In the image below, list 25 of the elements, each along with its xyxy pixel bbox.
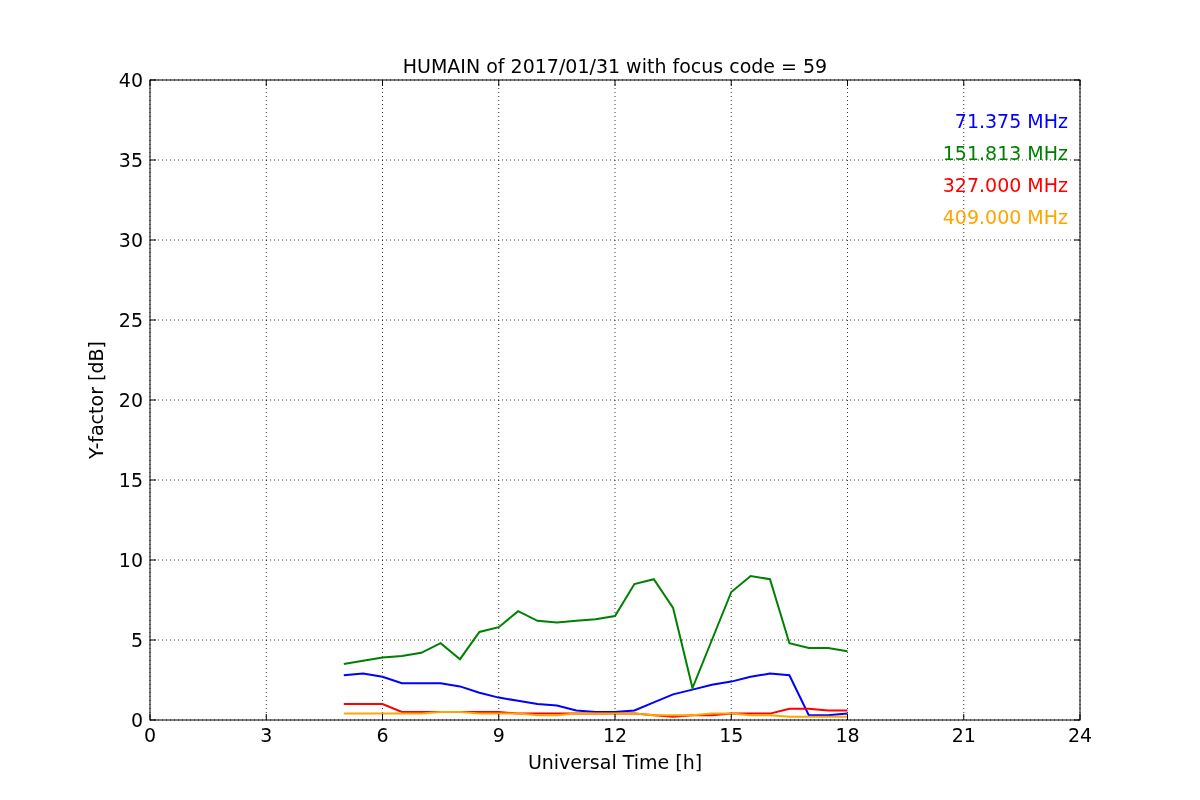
x-tick-label: 24 bbox=[1067, 724, 1093, 746]
legend-label: 71.375 MHz bbox=[954, 110, 1068, 132]
y-tick-label: 10 bbox=[118, 549, 143, 571]
x-tick-label: 3 bbox=[260, 724, 273, 746]
y-tick-label: 5 bbox=[130, 629, 143, 651]
y-axis-title: Y-factor [dB] bbox=[85, 341, 107, 459]
x-tick-label: 15 bbox=[719, 724, 744, 746]
y-tick-label: 35 bbox=[118, 149, 143, 171]
y-tick-label: 25 bbox=[118, 309, 143, 331]
y-tick-label: 15 bbox=[118, 469, 143, 491]
chart-title: HUMAIN of 2017/01/31 with focus code = 59 bbox=[402, 55, 828, 77]
legend-label: 409.000 MHz bbox=[942, 206, 1068, 228]
x-tick-label: 9 bbox=[492, 724, 505, 746]
x-tick-label: 6 bbox=[376, 724, 389, 746]
y-tick-label: 30 bbox=[118, 229, 143, 251]
x-tick-label: 21 bbox=[951, 724, 976, 746]
legend-label: 151.813 MHz bbox=[942, 142, 1068, 164]
x-tick-label: 18 bbox=[835, 724, 860, 746]
y-tick-label: 40 bbox=[118, 69, 143, 91]
y-tick-label: 0 bbox=[130, 709, 143, 731]
x-tick-label: 0 bbox=[143, 724, 157, 746]
y-tick-label: 20 bbox=[118, 389, 143, 411]
x-tick-label: 12 bbox=[602, 724, 628, 746]
x-axis-title: Universal Time [h] bbox=[527, 751, 703, 773]
legend-label: 327.000 MHz bbox=[942, 174, 1068, 196]
